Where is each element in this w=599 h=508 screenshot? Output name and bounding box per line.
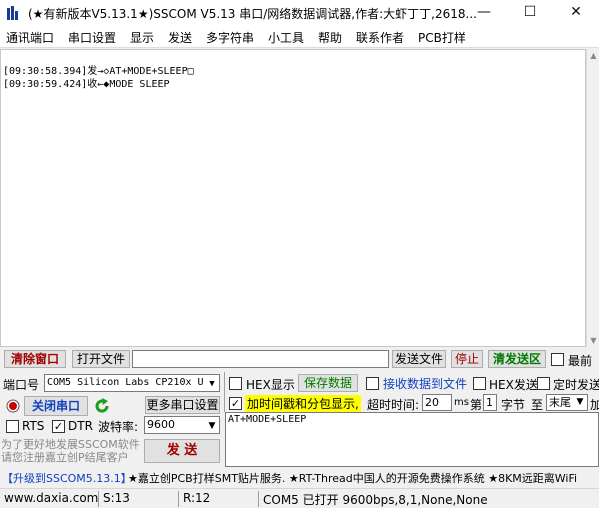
menu-display[interactable]: 显示 (130, 29, 154, 46)
chevron-down-icon[interactable]: ▼ (573, 395, 587, 410)
refresh-icon[interactable] (93, 397, 111, 415)
rts-label: RTS (22, 419, 45, 433)
timeout-label: 超时时间: (367, 398, 420, 412)
port-open-indicator-icon (6, 399, 20, 413)
register-promo-text[interactable]: 为了更好地发展SSCOM软件 请您注册嘉立创P结尾客户 (1, 438, 140, 464)
save-data-button[interactable]: 保存数据 (298, 374, 358, 392)
timed-send-label: 定时发送 (553, 378, 599, 392)
topmost-checkbox[interactable] (551, 353, 564, 366)
maximize-button[interactable]: ☐ (507, 0, 553, 26)
nth-byte-input[interactable]: 1 (483, 394, 497, 411)
status-bar: www.daxia.com S:13 R:12 COM5 已打开 9600bps… (0, 488, 599, 508)
menu-pcb-proto[interactable]: PCB打样 (418, 29, 466, 46)
hex-send-label: HEX发送 (489, 378, 538, 392)
sent-count: S:13 (103, 491, 130, 505)
save-to-file-label: 接收数据到文件 (383, 377, 468, 391)
menu-port-settings[interactable]: 串口设置 (68, 29, 116, 46)
menu-contact-author[interactable]: 联系作者 (356, 29, 404, 46)
timeout-input[interactable]: 20 (422, 394, 452, 411)
port-label: 端口号 (3, 378, 40, 392)
ticker-text: ★嘉立创PCB打样SMT贴片服务. ★RT-Thread中国人的开源免费操作系统… (128, 472, 578, 485)
menu-bar: 通讯端口 串口设置 显示 发送 多字符串 小工具 帮助 联系作者 PCB打样 (0, 26, 599, 48)
clear-send-button[interactable]: 清发送区 (488, 350, 546, 368)
scroll-down-icon[interactable]: ▼ (587, 334, 599, 347)
baud-label: 波特率: (98, 420, 139, 434)
topmost-label: 最前 (568, 354, 593, 368)
nth-label: 第 (470, 398, 483, 412)
status-divider (178, 491, 179, 507)
open-file-button[interactable]: 打开文件 (72, 350, 130, 368)
rts-checkbox[interactable] (6, 420, 19, 433)
end-select[interactable]: 末尾 ▼ (546, 394, 588, 411)
stop-button[interactable]: 停止 (451, 350, 483, 368)
status-divider (98, 491, 99, 507)
receive-text-area[interactable]: [09:30:58.394]发→◇AT+MODE+SLEEP□ [09:30:5… (0, 49, 586, 347)
status-divider (258, 491, 259, 507)
clear-window-button[interactable]: 清除窗口 (4, 350, 66, 368)
divider (224, 372, 225, 412)
scroll-up-icon[interactable]: ▲ (587, 49, 599, 62)
close-window-button[interactable]: ✕ (553, 0, 599, 26)
news-ticker: 【升级到SSCOM5.13.1】 ★嘉立创PCB打样SMT贴片服务. ★RT-T… (0, 468, 599, 486)
received-count: R:12 (183, 491, 211, 505)
menu-tools[interactable]: 小工具 (268, 29, 304, 46)
timeout-unit: ms (454, 397, 469, 408)
to-label: 至 (531, 398, 544, 412)
title-bar: (★有新版本V5.13.1★)SSCOM V5.13 串口/网络数据调试器,作者… (0, 0, 599, 26)
port-status: COM5 已打开 9600bps,8,1,None,None (263, 493, 488, 507)
file-path-input[interactable] (132, 350, 389, 368)
send-button[interactable]: 发 送 (144, 439, 220, 463)
add-label: 加 (590, 398, 599, 412)
menu-send[interactable]: 发送 (168, 29, 192, 46)
dtr-checkbox[interactable]: ✓ (52, 420, 65, 433)
receive-scrollbar[interactable]: ▲ ▼ (586, 49, 599, 347)
more-port-settings-button[interactable]: 更多串口设置 (145, 396, 220, 414)
sscom-app-icon (7, 6, 18, 20)
menu-multi-string[interactable]: 多字符串 (206, 29, 254, 46)
port-select-value: COM5 Silicon Labs CP210x U (47, 377, 204, 388)
timestamp-label: 加时间戳和分包显示, (245, 395, 361, 412)
byte-label: 字节 (501, 398, 526, 412)
hex-send-checkbox[interactable] (473, 377, 486, 390)
website-link[interactable]: www.daxia.com (4, 491, 98, 505)
hex-display-label: HEX显示 (246, 378, 295, 392)
close-port-button[interactable]: 关闭串口 (24, 396, 88, 416)
send-file-button[interactable]: 发送文件 (392, 350, 446, 368)
chevron-down-icon[interactable]: ▼ (205, 375, 219, 391)
hex-display-checkbox[interactable] (229, 377, 242, 390)
timestamp-checkbox[interactable]: ✓ (229, 397, 242, 410)
upgrade-link[interactable]: 【升级到SSCOM5.13.1】 (2, 470, 132, 486)
minimize-button[interactable]: — (461, 0, 507, 26)
window-title: (★有新版本V5.13.1★)SSCOM V5.13 串口/网络数据调试器,作者… (28, 7, 477, 21)
receive-line: [09:30:59.424]收←◆MODE SLEEP (3, 79, 170, 90)
save-to-file-checkbox[interactable] (366, 377, 379, 390)
chevron-down-icon[interactable]: ▼ (205, 417, 219, 433)
timed-send-checkbox[interactable] (537, 377, 550, 390)
menu-comm-port[interactable]: 通讯端口 (6, 29, 54, 46)
port-select[interactable]: COM5 Silicon Labs CP210x U ▼ (44, 374, 220, 392)
send-text-area[interactable]: AT+MODE+SLEEP (225, 412, 599, 467)
dtr-label: DTR (68, 419, 93, 433)
baud-rate-select[interactable]: 9600 ▼ (144, 416, 220, 434)
menu-help[interactable]: 帮助 (318, 29, 342, 46)
end-select-value: 末尾 (549, 396, 571, 409)
baud-rate-value: 9600 (147, 418, 175, 431)
